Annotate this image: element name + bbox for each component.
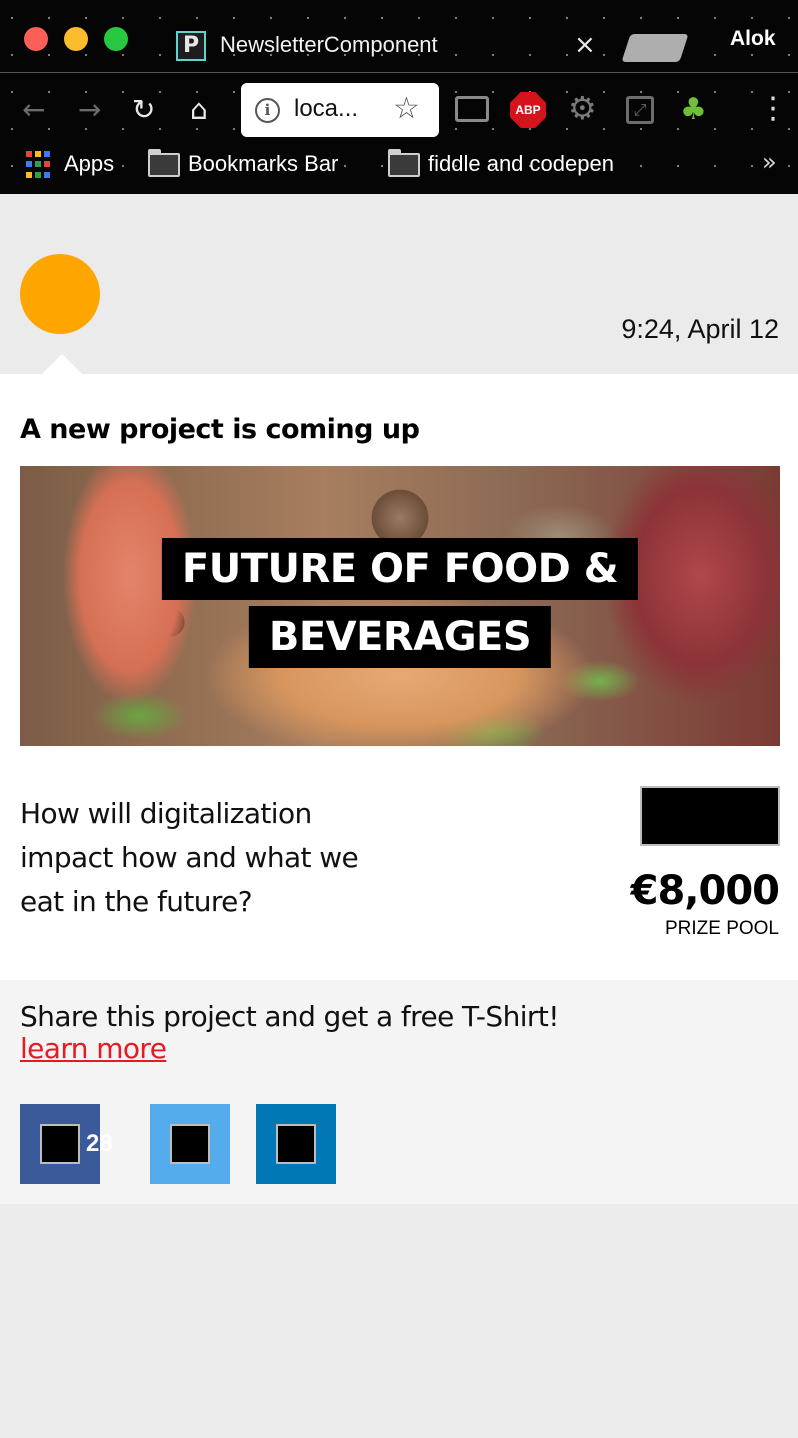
- bookmark-star-icon[interactable]: ☆: [393, 92, 420, 126]
- zoom-window-button[interactable]: [104, 27, 128, 51]
- avatar[interactable]: [20, 254, 100, 334]
- resize-window-icon[interactable]: ⤢: [626, 96, 654, 124]
- twitter-share-button[interactable]: [150, 1104, 230, 1184]
- tab-favicon-icon: P: [176, 31, 206, 61]
- back-arrow-icon[interactable]: ←: [22, 92, 45, 128]
- bookmarks-overflow-icon[interactable]: »: [762, 148, 777, 176]
- new-tab-button[interactable]: [621, 34, 689, 62]
- facebook-share-button[interactable]: 28: [20, 1104, 113, 1184]
- tab-title[interactable]: NewsletterComponent: [220, 32, 438, 58]
- apps-grid-dot: [35, 161, 41, 168]
- reload-icon[interactable]: ↻: [132, 92, 155, 128]
- share-text: Share this project and get a free T-Shir…: [20, 1000, 559, 1033]
- apps-grid-dot: [26, 161, 32, 168]
- close-window-button[interactable]: [24, 27, 48, 51]
- forward-arrow-icon[interactable]: →: [78, 92, 101, 128]
- learn-more-link[interactable]: learn more: [20, 1032, 167, 1065]
- bookmark-apps[interactable]: Apps: [64, 151, 114, 177]
- post-header: 9:24, April 12: [0, 194, 798, 374]
- apps-grid-dot: [26, 171, 32, 178]
- browser-chrome: P NewsletterComponent × Alok ← → ↻ ⌂ i l…: [0, 0, 798, 194]
- sponsor-logo: [640, 786, 780, 846]
- bookmark-bookmarks-bar[interactable]: Bookmarks Bar: [188, 151, 338, 177]
- speech-bubble-pointer: [42, 354, 82, 374]
- cast-icon[interactable]: [455, 96, 489, 122]
- facebook-icon: [40, 1124, 80, 1164]
- card-title: A new project is coming up: [20, 414, 420, 445]
- tab-divider: [0, 72, 798, 73]
- apps-grid-dot: [35, 151, 41, 157]
- prize-amount: €8,000: [630, 868, 780, 914]
- hero-image[interactable]: FUTURE OF FOOD & BEVERAGES: [20, 466, 780, 746]
- browser-menu-icon[interactable]: ⋮: [758, 90, 788, 128]
- tab-close-icon[interactable]: ×: [574, 31, 596, 59]
- profile-name-button[interactable]: Alok: [730, 27, 776, 51]
- linkedin-icon: [276, 1124, 316, 1164]
- gear-icon[interactable]: ⚙: [568, 90, 597, 126]
- minimize-window-button[interactable]: [64, 27, 88, 51]
- apps-grid-dot: [44, 151, 50, 157]
- hero-headline-line-1: FUTURE OF FOOD &: [161, 538, 639, 600]
- bookmark-fiddle-and-codepen[interactable]: fiddle and codepen: [428, 151, 614, 177]
- project-question: How will digitalization impact how and w…: [20, 797, 359, 918]
- linkedin-share-button[interactable]: [256, 1104, 336, 1184]
- apps-grid-icon[interactable]: [26, 151, 54, 179]
- share-section: Share this project and get a free T-Shir…: [0, 980, 798, 1204]
- apps-grid-dot: [26, 151, 32, 157]
- folder-icon: [148, 149, 180, 177]
- info-icon[interactable]: i: [255, 98, 280, 123]
- share-count: 28: [86, 1130, 113, 1157]
- apps-grid-dot: [44, 161, 50, 168]
- bonsai-extension-icon[interactable]: ♣: [680, 92, 707, 128]
- newsletter-card: A new project is coming up FUTURE OF FOO…: [0, 374, 798, 980]
- apps-grid-dot: [44, 171, 50, 178]
- apps-grid-dot: [35, 171, 41, 178]
- adblock-plus-icon[interactable]: ABP: [510, 92, 546, 128]
- url-text[interactable]: loca...: [294, 95, 358, 123]
- title-bar: P NewsletterComponent × Alok: [0, 0, 798, 74]
- hero-headline-line-2: BEVERAGES: [248, 606, 552, 668]
- prize-label: PRIZE POOL: [664, 918, 779, 939]
- post-timestamp: 9:24, April 12: [621, 314, 779, 344]
- twitter-icon: [170, 1124, 210, 1164]
- address-bar[interactable]: i loca... ☆: [241, 83, 439, 137]
- home-icon[interactable]: ⌂: [190, 92, 208, 128]
- folder-icon: [388, 149, 420, 177]
